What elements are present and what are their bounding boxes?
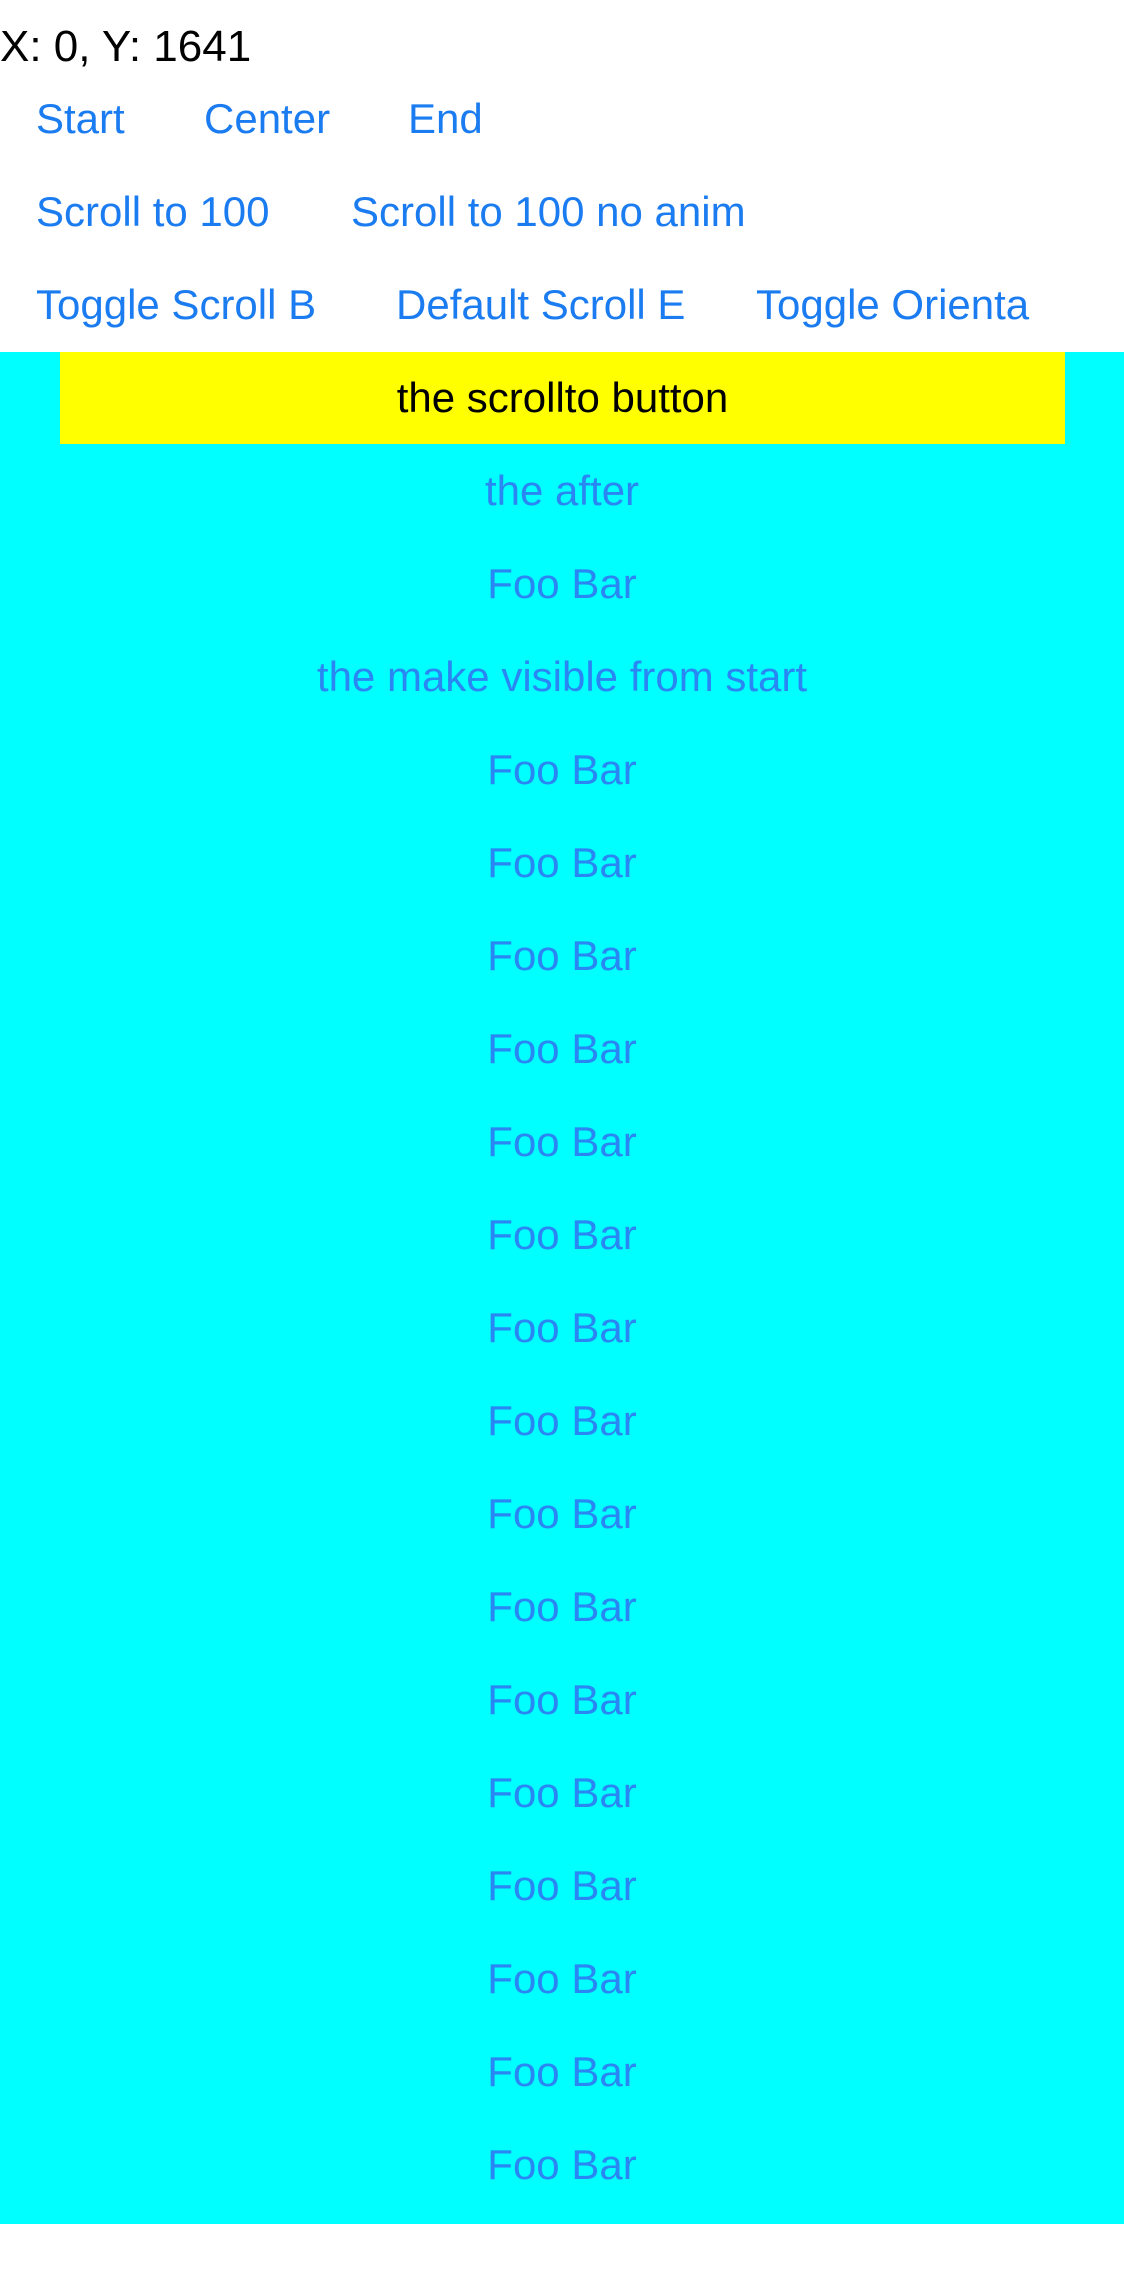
list-item-foo-bar[interactable]: Foo Bar [0, 2025, 1124, 2118]
list-item-foo-bar[interactable]: Foo Bar [0, 1932, 1124, 2025]
list-item-foo-bar[interactable]: Foo Bar [0, 1746, 1124, 1839]
list-item-foo-bar[interactable]: Foo Bar [0, 1374, 1124, 1467]
list-item-foo-bar[interactable]: Foo Bar [0, 1281, 1124, 1374]
list-item-foo-bar[interactable]: Foo Bar [0, 1653, 1124, 1746]
toggle-orientation-button[interactable]: Toggle Orienta [756, 270, 1046, 340]
list-item-foo-bar[interactable]: Foo Bar [0, 1188, 1124, 1281]
list-item-make-visible-from-start[interactable]: the make visible from start [0, 630, 1124, 723]
scrollto-button[interactable]: the scrollto button [60, 352, 1065, 444]
list-item-foo-bar[interactable]: Foo Bar [0, 2118, 1124, 2211]
scroll-coordinates-label: X: 0, Y: 1641 [0, 22, 252, 71]
list-item-foo-bar[interactable]: Foo Bar [0, 537, 1124, 630]
list-item-foo-bar[interactable]: Foo Bar [0, 1839, 1124, 1932]
end-button[interactable]: End [408, 84, 483, 154]
list-item-the-after[interactable]: the after [0, 444, 1124, 537]
list-item-foo-bar[interactable]: Foo Bar [0, 909, 1124, 1002]
center-button[interactable]: Center [204, 84, 330, 154]
scroll-view[interactable]: the scrollto button the after Foo Bar the … [0, 352, 1124, 2224]
list-item-foo-bar[interactable]: Foo Bar [0, 723, 1124, 816]
scroll-to-100-button[interactable]: Scroll to 100 [36, 177, 269, 247]
list-item-foo-bar[interactable]: Foo Bar [0, 1560, 1124, 1653]
list-item-foo-bar[interactable]: Foo Bar [0, 816, 1124, 909]
list-item-foo-bar[interactable]: Foo Bar [0, 1095, 1124, 1188]
default-scroll-bar-button[interactable]: Default Scroll E [396, 270, 686, 340]
list-item-foo-bar[interactable]: Foo Bar [0, 1002, 1124, 1095]
start-button[interactable]: Start [36, 84, 125, 154]
scroll-to-100-no-anim-button[interactable]: Scroll to 100 no anim [351, 177, 746, 247]
toggle-scroll-bar-button[interactable]: Toggle Scroll B [36, 270, 326, 340]
list-item-foo-bar[interactable]: Foo Bar [0, 1467, 1124, 1560]
